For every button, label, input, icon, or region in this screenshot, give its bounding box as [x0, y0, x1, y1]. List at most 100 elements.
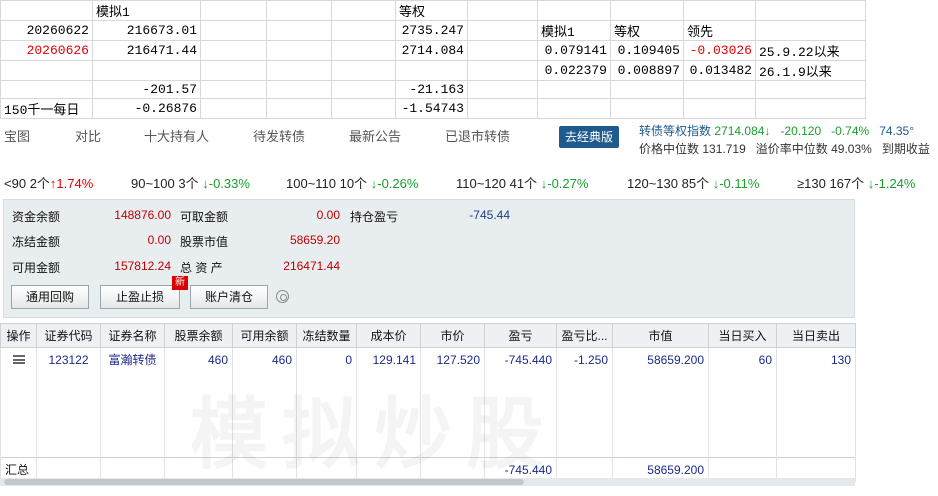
sheet-cell[interactable]: -0.03026	[683, 40, 756, 61]
col-header[interactable]: 盈亏比...	[556, 323, 613, 348]
sheet-cell[interactable]: 20260626	[0, 40, 93, 61]
sheet-cell[interactable]	[266, 20, 332, 41]
col-header[interactable]: 可用余额	[232, 323, 297, 348]
sheet-cell[interactable]: -21.163	[395, 80, 468, 99]
sheet-cell[interactable]: 0.008897	[610, 60, 684, 81]
sheet-cell[interactable]: 25.9.22以来	[755, 40, 866, 61]
sheet-cell[interactable]	[0, 0, 93, 21]
sheet-cell[interactable]	[200, 80, 267, 99]
sheet-cell[interactable]	[331, 80, 396, 99]
index-name[interactable]: 转债等权指数	[639, 124, 711, 138]
sheet-cell[interactable]	[610, 98, 684, 119]
sheet-cell[interactable]	[683, 0, 756, 21]
sheet-cell[interactable]	[266, 60, 332, 81]
settings-icon[interactable]	[276, 290, 289, 303]
sheet-cell[interactable]: 20260622	[0, 20, 93, 41]
col-header[interactable]: 当日买入	[708, 323, 777, 348]
sheet-cell[interactable]	[467, 20, 538, 41]
col-header[interactable]: 证券代码	[36, 323, 101, 348]
row-menu-cell[interactable]	[0, 347, 37, 372]
col-header[interactable]: 盈亏	[484, 323, 557, 348]
sheet-cell[interactable]	[755, 98, 866, 119]
clear-account-button[interactable]: 账户清仓	[190, 285, 268, 309]
scrollbar-thumb[interactable]	[4, 479, 524, 485]
sheet-cell[interactable]	[467, 0, 538, 21]
sheet-cell[interactable]: 0.013482	[683, 60, 756, 81]
range-item[interactable]: 90~100 3个 ↓-0.33%	[131, 173, 250, 192]
sheet-cell[interactable]	[331, 0, 396, 21]
sheet-cell[interactable]	[200, 98, 267, 119]
col-header[interactable]: 市价	[420, 323, 485, 348]
col-header[interactable]: 证券名称	[100, 323, 165, 348]
sheet-cell[interactable]: 模拟1	[537, 20, 611, 41]
range-item[interactable]: 100~110 10个 ↓-0.26%	[286, 173, 418, 192]
tab-delisted-bonds[interactable]: 已退市转债	[445, 126, 510, 145]
classic-version-button[interactable]: 去经典版	[559, 126, 619, 148]
tab-compare[interactable]: 对比	[75, 126, 101, 145]
col-header[interactable]: 股票余额	[164, 323, 233, 348]
sheet-cell[interactable]	[331, 20, 396, 41]
sheet-cell[interactable]	[683, 98, 756, 119]
col-header[interactable]: 操作	[0, 323, 37, 348]
sheet-cell[interactable]	[0, 80, 93, 99]
sheet-cell[interactable]: -0.26876	[92, 98, 201, 119]
sheet-cell[interactable]	[467, 40, 538, 61]
sheet-cell[interactable]: 216673.01	[92, 20, 201, 41]
sheet-cell[interactable]	[755, 0, 866, 21]
tab-treasure[interactable]: 宝图	[4, 126, 30, 145]
tab-pending-bonds[interactable]: 待发转债	[253, 126, 305, 145]
sheet-cell[interactable]	[537, 0, 611, 21]
sheet-cell[interactable]: 2735.247	[395, 20, 468, 41]
sheet-cell[interactable]: -201.57	[92, 80, 201, 99]
range-item[interactable]: ≥130 167个 ↓-1.24%	[797, 173, 915, 192]
sheet-cell[interactable]	[395, 60, 468, 81]
sheet-cell[interactable]	[92, 60, 201, 81]
sheet-cell[interactable]: 0.109405	[610, 40, 684, 61]
sheet-cell[interactable]	[467, 60, 538, 81]
sheet-cell[interactable]	[537, 98, 611, 119]
sheet-cell[interactable]	[200, 20, 267, 41]
sheet-cell[interactable]	[266, 40, 332, 61]
col-header[interactable]: 当日卖出	[776, 323, 856, 348]
sheet-cell[interactable]: 0.022379	[537, 60, 611, 81]
col-header[interactable]: 冻结数量	[296, 323, 357, 348]
tab-top-holders[interactable]: 十大持有人	[144, 126, 209, 145]
col-header[interactable]: 成本价	[356, 323, 421, 348]
sheet-cell[interactable]	[683, 80, 756, 99]
general-repo-button[interactable]: 通用回购	[11, 285, 89, 309]
sheet-cell[interactable]	[266, 0, 332, 21]
sheet-cell[interactable]	[755, 20, 866, 41]
menu-icon[interactable]	[12, 354, 25, 364]
sheet-cell[interactable]	[200, 0, 267, 21]
cell-name[interactable]: 富瀚转债	[100, 347, 165, 372]
sheet-cell[interactable]	[610, 0, 684, 21]
table-row[interactable]: 123122 富瀚转债 460 460 0 129.141 127.520 -7…	[0, 347, 856, 372]
stop-profit-loss-button[interactable]: 止盈止损	[100, 285, 180, 309]
sheet-cell[interactable]: 26.1.9以来	[755, 60, 866, 81]
sheet-cell[interactable]: 等权	[395, 0, 468, 21]
sheet-cell[interactable]	[467, 80, 538, 99]
sheet-cell[interactable]: 模拟1	[92, 0, 201, 21]
sheet-cell[interactable]	[610, 80, 684, 99]
sheet-cell[interactable]	[266, 80, 332, 99]
range-item[interactable]: 110~120 41个 ↓-0.27%	[456, 173, 588, 192]
sheet-cell[interactable]: 等权	[610, 20, 684, 41]
sheet-cell[interactable]: 领先	[683, 20, 756, 41]
sheet-cell[interactable]	[200, 40, 267, 61]
sheet-cell[interactable]	[467, 98, 538, 119]
col-header[interactable]: 市值	[612, 323, 709, 348]
sheet-cell[interactable]	[537, 80, 611, 99]
range-item[interactable]: 120~130 85个 ↓-0.11%	[627, 173, 759, 192]
sheet-cell[interactable]	[331, 98, 396, 119]
sheet-cell[interactable]: 150千一每日	[0, 98, 93, 119]
sheet-cell[interactable]	[331, 40, 396, 61]
sheet-cell[interactable]: 216471.44	[92, 40, 201, 61]
sheet-cell[interactable]: 2714.084	[395, 40, 468, 61]
sheet-cell[interactable]	[0, 60, 93, 81]
sheet-cell[interactable]	[331, 60, 396, 81]
tab-latest-announcements[interactable]: 最新公告	[349, 126, 401, 145]
horizontal-scrollbar[interactable]	[0, 478, 855, 486]
sheet-cell[interactable]	[755, 80, 866, 99]
sheet-cell[interactable]: -1.54743	[395, 98, 468, 119]
cell-code[interactable]: 123122	[36, 347, 101, 372]
